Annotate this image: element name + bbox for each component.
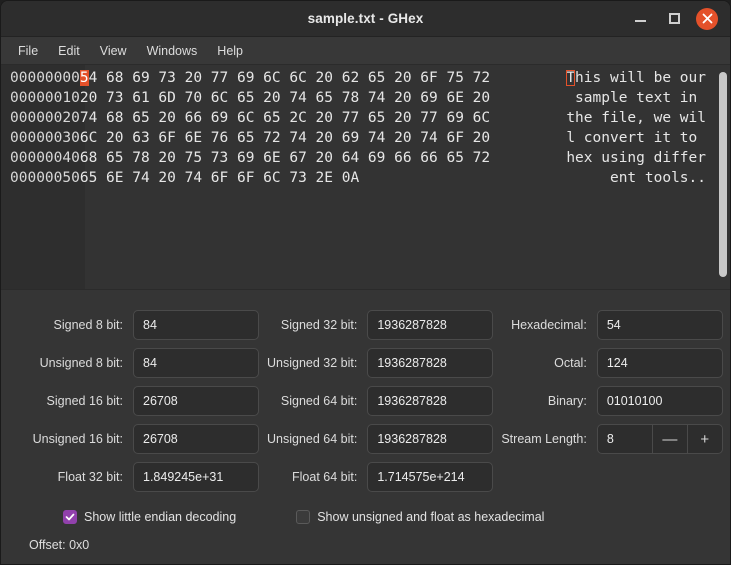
status-bar: Offset: 0x0 — [15, 524, 716, 565]
window-controls — [628, 7, 724, 31]
ascii-bytes[interactable]: l convert it to — [566, 128, 716, 148]
ghex-window: sample.txt - GHex File Edit View Windows… — [0, 0, 731, 565]
ascii-bytes[interactable]: ent tools.. — [610, 168, 716, 188]
hex-offset: 00000050 — [1, 168, 80, 188]
menu-bar: File Edit View Windows Help — [1, 37, 730, 65]
hex-offset: 00000030 — [1, 128, 80, 148]
hex-bytes[interactable]: 68 65 78 20 75 73 69 6E 67 20 64 69 66 6… — [80, 148, 490, 168]
label-signed-64-bit: Signed 64 bit: — [267, 394, 359, 408]
ascii-bytes[interactable]: the file, we wil — [566, 108, 716, 128]
ascii-bytes[interactable]: sample text in — [566, 88, 716, 108]
scrollbar-thumb[interactable] — [719, 72, 727, 277]
title-bar[interactable]: sample.txt - GHex — [1, 1, 730, 37]
field-signed-8-bit[interactable]: 84 — [133, 310, 259, 340]
field-unsigned-64-bit[interactable]: 1936287828 — [367, 424, 493, 454]
label-unsigned-8-bit: Unsigned 8 bit: — [15, 356, 125, 370]
vertical-scrollbar[interactable] — [716, 65, 730, 289]
field-float-64-bit[interactable]: 1.714575e+214 — [367, 462, 493, 492]
field-unsigned-16-bit[interactable]: 26708 — [133, 424, 259, 454]
status-offset: Offset: 0x0 — [29, 538, 89, 552]
label-float-32-bit: Float 32 bit: — [15, 470, 125, 484]
field-signed-64-bit[interactable]: 1936287828 — [367, 386, 493, 416]
minimize-button[interactable] — [628, 7, 652, 31]
close-button[interactable] — [696, 8, 718, 30]
hex-bytes-rest: 4 68 69 73 20 77 69 6C 6C 20 62 65 20 6F… — [89, 70, 491, 86]
field-stream-length[interactable]: 8 — [598, 425, 652, 453]
label-hexadecimal: Hexadecimal: — [501, 318, 588, 332]
minimize-icon — [635, 20, 646, 22]
checkbox-checked-icon[interactable] — [63, 510, 77, 524]
hex-rows: 00000000 54 68 69 73 20 77 69 6C 6C 20 6… — [1, 68, 716, 188]
close-icon — [702, 13, 713, 24]
hex-scroll-area[interactable]: 00000000 54 68 69 73 20 77 69 6C 6C 20 6… — [1, 65, 716, 289]
label-binary: Binary: — [501, 394, 588, 408]
menu-item-help[interactable]: Help — [208, 40, 252, 62]
field-signed-16-bit[interactable]: 26708 — [133, 386, 259, 416]
hex-offset: 00000000 — [1, 68, 80, 88]
checkbox-little-endian-label: Show little endian decoding — [84, 510, 236, 524]
label-unsigned-16-bit: Unsigned 16 bit: — [15, 432, 125, 446]
field-unsigned-32-bit[interactable]: 1936287828 — [367, 348, 493, 378]
ascii-cursor-char: T — [566, 70, 575, 86]
window-title: sample.txt - GHex — [1, 11, 730, 26]
ascii-bytes[interactable]: This will be our — [566, 68, 716, 88]
field-octal[interactable]: 124 — [597, 348, 723, 378]
stream-length-decrement-button[interactable]: — — [652, 425, 687, 453]
decoder-grid: Signed 8 bit: 84 Signed 32 bit: 19362878… — [15, 306, 716, 496]
hex-cursor-nibble: 5 — [80, 70, 89, 86]
hex-offset: 00000020 — [1, 108, 80, 128]
stream-length-stepper[interactable]: 8 — + — [597, 424, 723, 454]
table-row[interactable]: 00000020 74 68 65 20 66 69 6C 65 2C 20 7… — [1, 108, 716, 128]
hex-bytes[interactable]: 74 68 65 20 66 69 6C 65 2C 20 77 65 20 7… — [80, 108, 490, 128]
hex-offset: 00000010 — [1, 88, 80, 108]
ascii-rest: his will be our — [575, 70, 706, 86]
hex-editor-view[interactable]: 00000000 54 68 69 73 20 77 69 6C 6C 20 6… — [1, 65, 730, 290]
menu-item-windows[interactable]: Windows — [138, 40, 207, 62]
field-spacer — [597, 462, 723, 492]
label-unsigned-32-bit: Unsigned 32 bit: — [267, 356, 359, 370]
maximize-button[interactable] — [662, 7, 686, 31]
label-signed-8-bit: Signed 8 bit: — [15, 318, 125, 332]
field-unsigned-8-bit[interactable]: 84 — [133, 348, 259, 378]
field-hexadecimal[interactable]: 54 — [597, 310, 723, 340]
label-signed-16-bit: Signed 16 bit: — [15, 394, 125, 408]
table-row[interactable]: 00000010 20 73 61 6D 70 6C 65 20 74 65 7… — [1, 88, 716, 108]
field-binary[interactable]: 01010100 — [597, 386, 723, 416]
checkbox-little-endian[interactable]: Show little endian decoding — [63, 510, 236, 524]
checkbox-hex-floats-label: Show unsigned and float as hexadecimal — [317, 510, 544, 524]
table-row[interactable]: 00000050 65 6E 74 20 74 6F 6F 6C 73 2E 0… — [1, 168, 716, 188]
hex-offset: 00000040 — [1, 148, 80, 168]
label-octal: Octal: — [501, 356, 588, 370]
label-stream-length: Stream Length: — [501, 432, 588, 446]
table-row[interactable]: 00000030 6C 20 63 6F 6E 76 65 72 74 20 6… — [1, 128, 716, 148]
table-row[interactable]: 00000040 68 65 78 20 75 73 69 6E 67 20 6… — [1, 148, 716, 168]
ascii-bytes[interactable]: hex using differ — [566, 148, 716, 168]
menu-item-file[interactable]: File — [9, 40, 47, 62]
field-signed-32-bit[interactable]: 1936287828 — [367, 310, 493, 340]
hex-bytes[interactable]: 6C 20 63 6F 6E 76 65 72 74 20 69 74 20 7… — [80, 128, 490, 148]
table-row[interactable]: 00000000 54 68 69 73 20 77 69 6C 6C 20 6… — [1, 68, 716, 88]
hex-bytes[interactable]: 54 68 69 73 20 77 69 6C 6C 20 62 65 20 6… — [80, 68, 490, 88]
menu-item-view[interactable]: View — [91, 40, 136, 62]
stream-length-increment-button[interactable]: + — [687, 425, 722, 453]
menu-item-edit[interactable]: Edit — [49, 40, 89, 62]
field-float-32-bit[interactable]: 1.849245e+31 — [133, 462, 259, 492]
checkbox-hex-floats[interactable]: Show unsigned and float as hexadecimal — [296, 510, 544, 524]
checkbox-unchecked-icon[interactable] — [296, 510, 310, 524]
label-float-64-bit: Float 64 bit: — [267, 470, 359, 484]
label-unsigned-64-bit: Unsigned 64 bit: — [267, 432, 359, 446]
decoder-options: Show little endian decoding Show unsigne… — [15, 510, 716, 524]
label-signed-32-bit: Signed 32 bit: — [267, 318, 359, 332]
data-decoder-panel: Signed 8 bit: 84 Signed 32 bit: 19362878… — [1, 290, 730, 565]
hex-bytes[interactable]: 20 73 61 6D 70 6C 65 20 74 65 78 74 20 6… — [80, 88, 490, 108]
maximize-icon — [669, 13, 680, 24]
hex-bytes[interactable]: 65 6E 74 20 74 6F 6F 6C 73 2E 0A — [80, 168, 359, 188]
